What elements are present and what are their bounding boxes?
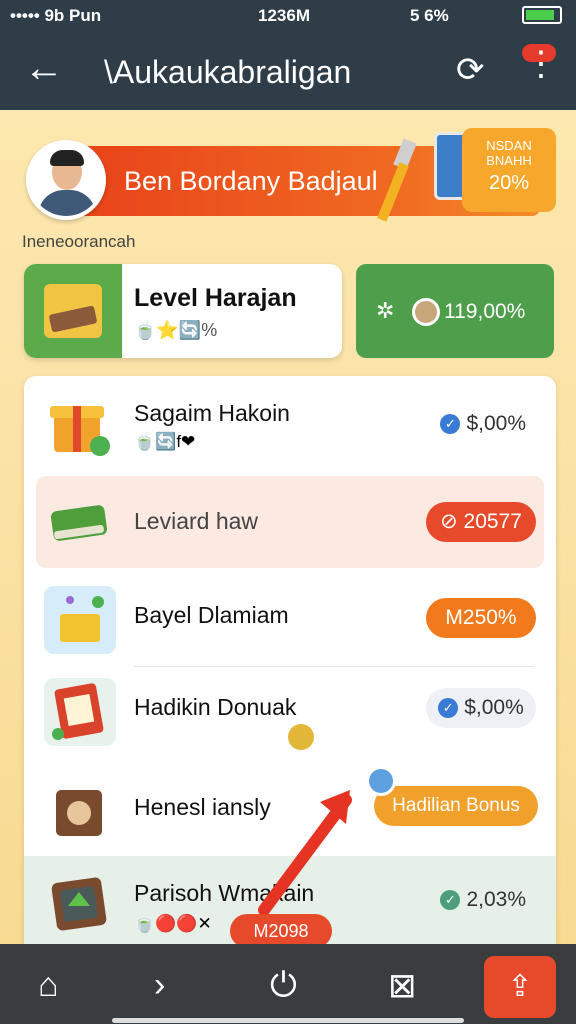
share-icon: ⇪ bbox=[507, 970, 533, 1003]
banner-text: Ben Bordany Badjaul bbox=[124, 166, 378, 196]
check-icon: ✓ bbox=[438, 698, 459, 719]
item-value: ✓ 2,03% bbox=[440, 888, 526, 912]
item-value-text: $,00% bbox=[464, 696, 524, 719]
badge-line1: NSDAN bbox=[486, 138, 532, 153]
floating-value-pill: M2098 bbox=[230, 914, 332, 948]
battery-icon bbox=[522, 6, 562, 24]
item-value-text: $,00% bbox=[466, 412, 526, 435]
status-bar: ••••• 9b Pun 1236M 5 6% bbox=[0, 0, 576, 30]
check-icon: ✓ bbox=[440, 414, 461, 435]
item-pill[interactable]: M250% bbox=[426, 598, 536, 638]
list-item[interactable]: Leviard haw ⊘ 20577 bbox=[36, 476, 544, 568]
back-arrow-icon[interactable]: ← bbox=[24, 48, 64, 88]
item-value-text: 2,03% bbox=[466, 888, 526, 911]
home-icon[interactable]: ⌂ bbox=[38, 966, 59, 1005]
coins-card[interactable]: ✲ 119,00% bbox=[356, 264, 554, 358]
avatar[interactable] bbox=[26, 140, 106, 220]
item-title: Sagaim Hakoin bbox=[134, 400, 290, 426]
level-badges: 🍵⭐🔄% bbox=[134, 320, 218, 340]
more-vert-icon[interactable]: ⋮ bbox=[524, 44, 558, 84]
section-subtitle: Ineneoorancah bbox=[22, 232, 136, 251]
share-button[interactable]: ⇪ bbox=[484, 956, 556, 1018]
badge-percent: 20% bbox=[488, 172, 530, 194]
red-arrow-icon bbox=[258, 790, 352, 916]
treasure-box-icon bbox=[24, 264, 122, 358]
list-item[interactable]: Sagaim Hakoin 🍵🔄f❤ ✓ $,00% bbox=[24, 376, 556, 472]
list-item[interactable]: Bayel Dlamiam M250% bbox=[24, 572, 556, 668]
book-icon bbox=[44, 488, 116, 556]
app-bar: ← \Aukaukabraligan ⟳ ⋮ bbox=[0, 30, 576, 110]
coins-value: 119,00% bbox=[444, 300, 526, 323]
photo-frame-icon bbox=[44, 678, 116, 746]
check-icon: ✓ bbox=[440, 890, 461, 911]
battery-text: 5 6% bbox=[410, 6, 449, 25]
item-title: Leviard haw bbox=[134, 508, 259, 534]
divider bbox=[134, 666, 534, 667]
signal-text: ••••• 9b Pun bbox=[10, 6, 102, 25]
gift-sparkle-icon: ✲ bbox=[376, 298, 395, 323]
coin-icon bbox=[288, 724, 314, 750]
item-badges: 🍵🔄f❤ bbox=[134, 432, 196, 451]
item-title: Hadikin Donuak bbox=[134, 694, 297, 720]
clock: 1236M bbox=[258, 6, 310, 25]
mail-icon[interactable]: ⊠ bbox=[388, 966, 417, 1006]
bottom-nav: ⌂ › ⏻ ⊠ ⇪ bbox=[0, 944, 576, 1024]
level-card[interactable]: Level Harajan 🍵⭐🔄% bbox=[24, 264, 342, 358]
level-title: Level Harajan bbox=[134, 284, 297, 312]
up-arrow-card-icon bbox=[44, 870, 116, 938]
item-value: ✓ $,00% bbox=[426, 688, 536, 728]
sync-icon[interactable]: ⟳ bbox=[456, 50, 485, 90]
brown-crate-icon bbox=[44, 776, 116, 844]
paintbrush-icon bbox=[377, 138, 417, 222]
item-badges: 🍵🔴🔴✕ bbox=[134, 914, 212, 933]
discount-badge[interactable]: NSDAN BNAHH 20% bbox=[462, 128, 556, 212]
gift-box-icon bbox=[44, 390, 116, 458]
crate-icon bbox=[44, 586, 116, 654]
home-indicator bbox=[112, 1018, 464, 1023]
item-value: ✓ $,00% bbox=[440, 412, 526, 436]
hadilian-bonus-button[interactable]: Hadilian Bonus bbox=[374, 786, 538, 826]
list-item[interactable]: Hadikin Donuak ✓ $,00% bbox=[24, 668, 556, 764]
badge-line2: BNAHH bbox=[486, 153, 532, 168]
item-title: Bayel Dlamiam bbox=[134, 602, 289, 628]
blue-coin-icon bbox=[366, 766, 396, 796]
forward-icon[interactable]: › bbox=[154, 966, 165, 1005]
coin-icon bbox=[412, 298, 440, 326]
app-title: \Aukaukabraligan bbox=[104, 54, 352, 90]
power-icon[interactable]: ⏻ bbox=[270, 966, 297, 1005]
item-pill[interactable]: ⊘ 20577 bbox=[426, 502, 536, 542]
